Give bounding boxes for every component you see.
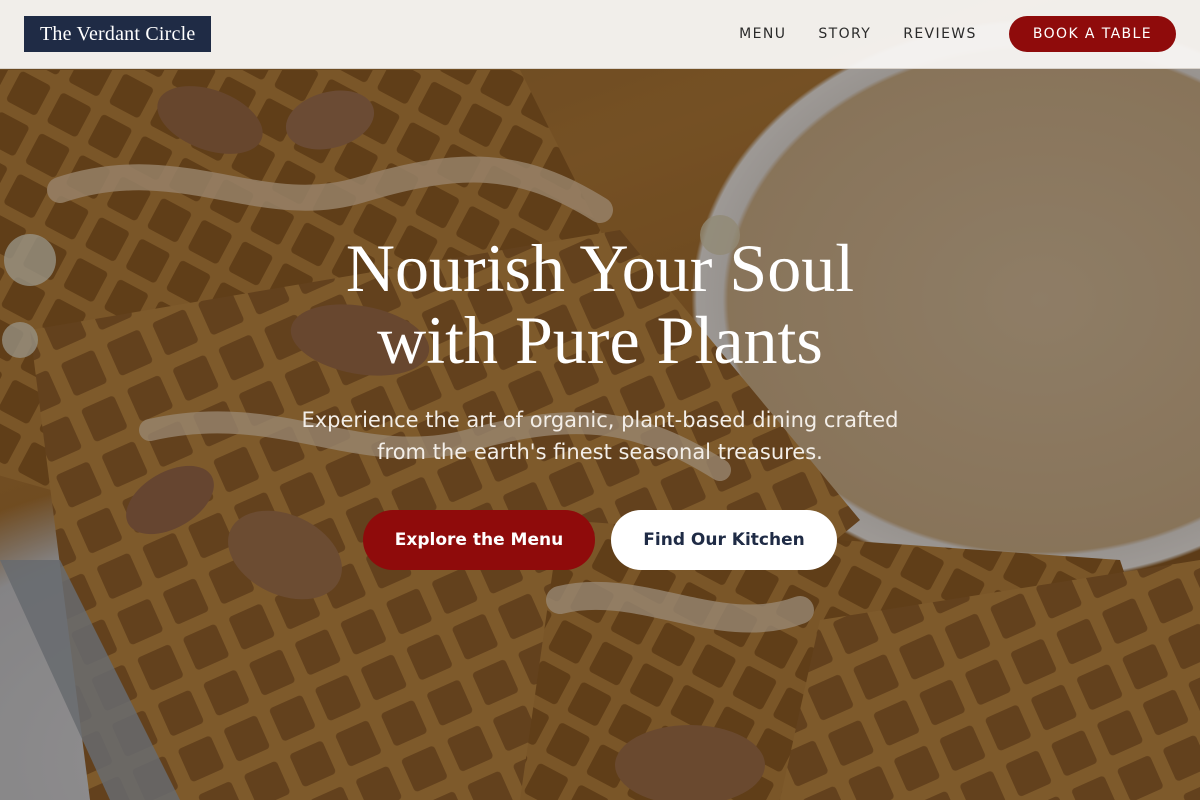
hero-subtitle: Experience the art of organic, plant-bas… — [250, 404, 950, 468]
nav-link-story[interactable]: STORY — [818, 26, 871, 42]
hero-subtitle-line-2: from the earth's finest seasonal treasur… — [377, 440, 823, 464]
hero-content: Nourish Your Soul with Pure Plants Exper… — [0, 232, 1200, 570]
cta-row: Explore the Menu Find Our Kitchen — [0, 510, 1200, 570]
nav-link-menu[interactable]: MENU — [739, 26, 786, 42]
hero-title-line-2: with Pure Plants — [377, 302, 823, 378]
hero-title: Nourish Your Soul with Pure Plants — [0, 232, 1200, 376]
find-kitchen-button[interactable]: Find Our Kitchen — [611, 510, 837, 570]
explore-menu-button[interactable]: Explore the Menu — [363, 510, 595, 570]
nav-link-reviews[interactable]: REVIEWS — [903, 26, 977, 42]
site-header: The Verdant Circle MENU STORY REVIEWS BO… — [0, 0, 1200, 69]
logo[interactable]: The Verdant Circle — [24, 16, 212, 52]
hero-title-line-1: Nourish Your Soul — [345, 230, 855, 306]
main-nav: MENU STORY REVIEWS BOOK A TABLE — [739, 16, 1176, 52]
book-a-table-button[interactable]: BOOK A TABLE — [1008, 16, 1176, 52]
hero-subtitle-line-1: Experience the art of organic, plant-bas… — [301, 408, 899, 432]
